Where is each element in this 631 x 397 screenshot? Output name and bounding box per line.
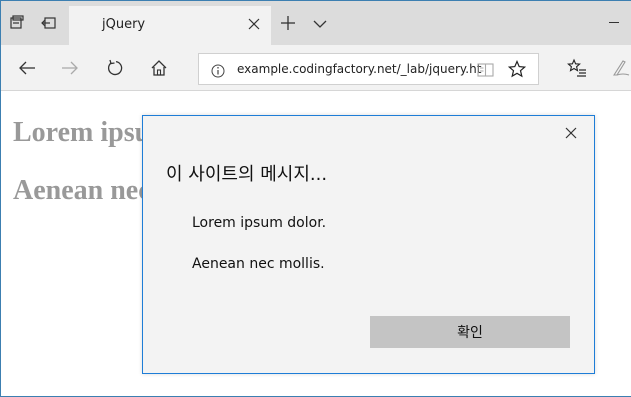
tab-jquery[interactable]: jQuery	[69, 6, 271, 45]
star-icon[interactable]	[507, 59, 527, 78]
plus-icon[interactable]	[279, 14, 297, 32]
refresh-icon[interactable]	[105, 58, 125, 78]
alert-dialog: 이 사이트의 메시지... Lorem ipsum dolor. Aenean …	[142, 115, 595, 374]
back-arrow-icon[interactable]	[17, 58, 37, 78]
dialog-message-line: Lorem ipsum dolor.	[192, 215, 327, 231]
tab-title: jQuery	[102, 17, 146, 32]
tab-bar: jQuery	[1, 1, 631, 45]
show-tabs-aside-icon[interactable]	[39, 13, 59, 33]
navigation-bar: example.codingfactory.net/_lab/jquery.ht	[1, 45, 631, 91]
pen-icon[interactable]	[611, 58, 631, 78]
chevron-down-icon[interactable]	[312, 16, 328, 30]
info-icon[interactable]	[211, 63, 225, 78]
ok-button[interactable]: 확인	[370, 316, 570, 348]
browser-window: jQuery example.codingfactory.net/_lab/jq…	[0, 0, 631, 397]
reading-view-icon[interactable]	[477, 62, 494, 78]
close-icon[interactable]	[564, 125, 578, 139]
close-icon[interactable]	[245, 15, 263, 33]
forward-arrow-icon[interactable]	[60, 58, 80, 78]
url-text[interactable]: example.codingfactory.net/_lab/jquery.ht	[237, 62, 481, 76]
dialog-title: 이 사이트의 메시지...	[166, 164, 328, 185]
address-bar[interactable]: example.codingfactory.net/_lab/jquery.ht	[198, 53, 539, 85]
home-icon[interactable]	[149, 58, 169, 78]
minimize-icon[interactable]	[609, 22, 619, 23]
tabs-aside-icon[interactable]	[7, 13, 27, 33]
favorites-hub-icon[interactable]	[567, 58, 587, 78]
dialog-message-line: Aenean nec mollis.	[192, 256, 325, 272]
